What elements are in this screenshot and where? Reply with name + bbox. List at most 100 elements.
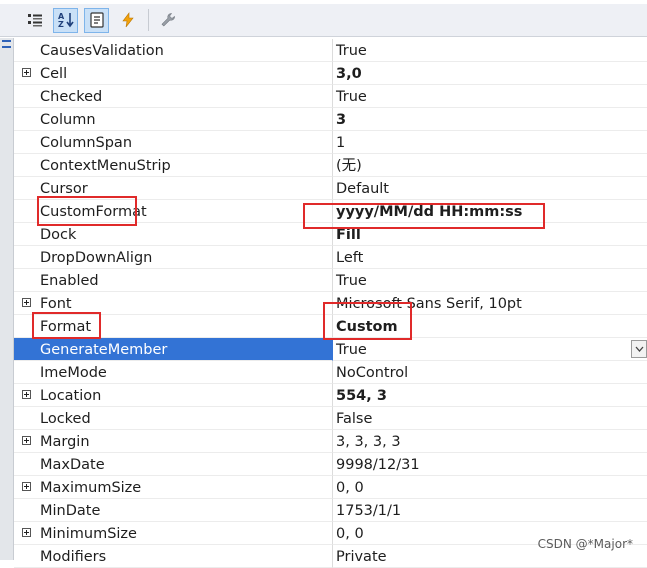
property-name-cell[interactable]: Cursor bbox=[14, 177, 333, 200]
property-name-cell[interactable]: Margin bbox=[14, 430, 333, 453]
property-name-cell[interactable]: ColumnSpan bbox=[14, 131, 333, 154]
property-value-cell[interactable]: 1753/1/1 bbox=[333, 499, 647, 522]
property-value-cell[interactable]: Fill bbox=[333, 223, 647, 246]
property-name-cell[interactable]: Column bbox=[14, 108, 333, 131]
property-row[interactable]: ContextMenuStrip (无) bbox=[14, 154, 647, 177]
property-value-cell[interactable]: True bbox=[333, 269, 647, 292]
expand-plus-icon[interactable] bbox=[22, 68, 31, 77]
sort-alphabetical-icon: A Z bbox=[58, 12, 74, 29]
expand-plus-icon[interactable] bbox=[22, 482, 31, 491]
property-row[interactable]: ColumnSpan 1 bbox=[14, 131, 647, 154]
property-row[interactable]: Checked True bbox=[14, 85, 647, 108]
property-row[interactable]: Font Microsoft Sans Serif, 10pt bbox=[14, 292, 647, 315]
property-value-cell[interactable]: 1 bbox=[333, 131, 647, 154]
property-row[interactable]: CausesValidation True bbox=[14, 39, 647, 62]
property-name: CausesValidation bbox=[40, 43, 164, 59]
property-row[interactable]: Margin 3, 3, 3, 3 bbox=[14, 430, 647, 453]
property-value-cell[interactable]: 9998/12/31 bbox=[333, 453, 647, 476]
property-value: Left bbox=[336, 250, 364, 266]
alphabetical-button[interactable]: A Z bbox=[53, 7, 78, 33]
property-row[interactable]: GenerateMember True bbox=[14, 338, 647, 361]
property-row[interactable]: Location 554, 3 bbox=[14, 384, 647, 407]
expand-plus-icon[interactable] bbox=[22, 436, 31, 445]
expand-plus-icon[interactable] bbox=[22, 528, 31, 537]
property-value-cell[interactable]: 0, 0 bbox=[333, 476, 647, 499]
property-value: yyyy/MM/dd HH:mm:ss bbox=[336, 204, 523, 220]
property-name-cell[interactable]: Enabled bbox=[14, 269, 333, 292]
property-value-cell[interactable]: yyyy/MM/dd HH:mm:ss bbox=[333, 200, 647, 223]
property-pages-button[interactable] bbox=[155, 8, 180, 33]
property-name-cell[interactable]: DropDownAlign bbox=[14, 246, 333, 269]
property-name-cell[interactable]: Format bbox=[14, 315, 333, 338]
property-value: (无) bbox=[336, 158, 362, 174]
property-name-cell[interactable]: Location bbox=[14, 384, 333, 407]
properties-button[interactable] bbox=[84, 7, 109, 33]
property-name-cell[interactable]: Font bbox=[14, 292, 333, 315]
property-name-cell[interactable]: Modifiers bbox=[14, 545, 333, 568]
dropdown-button[interactable] bbox=[631, 340, 647, 358]
property-name: Dock bbox=[40, 227, 77, 243]
property-value-cell[interactable]: True bbox=[333, 85, 647, 108]
expand-plus-icon[interactable] bbox=[22, 298, 31, 307]
left-panel-edge bbox=[0, 38, 14, 560]
lightning-icon bbox=[121, 12, 134, 28]
property-value: Microsoft Sans Serif, 10pt bbox=[336, 296, 522, 312]
property-value: 3 bbox=[336, 112, 347, 128]
property-name-cell[interactable]: Dock bbox=[14, 223, 333, 246]
property-name-cell[interactable]: ContextMenuStrip bbox=[14, 154, 333, 177]
property-value-cell[interactable]: False bbox=[333, 407, 647, 430]
property-value-cell[interactable]: NoControl bbox=[333, 361, 647, 384]
property-value: Fill bbox=[336, 227, 361, 243]
property-name: ColumnSpan bbox=[40, 135, 133, 151]
property-name-cell[interactable]: Checked bbox=[14, 85, 333, 108]
events-button[interactable] bbox=[115, 8, 140, 33]
property-row[interactable]: Dock Fill bbox=[14, 223, 647, 246]
property-value: True bbox=[336, 273, 367, 289]
property-value-cell[interactable]: 554, 3 bbox=[333, 384, 647, 407]
property-value-cell[interactable]: Microsoft Sans Serif, 10pt bbox=[333, 292, 647, 315]
property-value-cell[interactable]: (无) bbox=[333, 154, 647, 177]
property-value-cell[interactable]: 3 bbox=[333, 108, 647, 131]
property-value: Private bbox=[336, 549, 387, 565]
property-row[interactable]: CustomFormat yyyy/MM/dd HH:mm:ss bbox=[14, 200, 647, 223]
property-name-cell[interactable]: ImeMode bbox=[14, 361, 333, 384]
property-row[interactable]: DropDownAlign Left bbox=[14, 246, 647, 269]
property-row[interactable]: Column 3 bbox=[14, 108, 647, 131]
property-name: Cell bbox=[40, 66, 68, 82]
property-grid: CausesValidation True Cell 3,0 Checked True Co… bbox=[14, 39, 647, 568]
property-value-cell[interactable]: Custom bbox=[333, 315, 647, 338]
property-name: Column bbox=[40, 112, 96, 128]
property-row[interactable]: Enabled True bbox=[14, 269, 647, 292]
property-name-cell[interactable]: CustomFormat bbox=[14, 200, 333, 223]
property-row[interactable]: MaximumSize 0, 0 bbox=[14, 476, 647, 499]
property-value-cell[interactable]: Default bbox=[333, 177, 647, 200]
property-name-cell[interactable]: GenerateMember bbox=[14, 338, 333, 361]
property-value: 0, 0 bbox=[336, 526, 364, 542]
property-value-cell[interactable]: True bbox=[333, 338, 647, 361]
property-row[interactable]: Cursor Default bbox=[14, 177, 647, 200]
property-row[interactable]: MinDate 1753/1/1 bbox=[14, 499, 647, 522]
edge-marker bbox=[2, 46, 11, 48]
property-name-cell[interactable]: MaximumSize bbox=[14, 476, 333, 499]
property-row[interactable]: ImeMode NoControl bbox=[14, 361, 647, 384]
property-value-cell[interactable]: 3, 3, 3, 3 bbox=[333, 430, 647, 453]
property-row[interactable]: Locked False bbox=[14, 407, 647, 430]
property-value: 0, 0 bbox=[336, 480, 364, 496]
property-name-cell[interactable]: Cell bbox=[14, 62, 333, 85]
property-name-cell[interactable]: MinimumSize bbox=[14, 522, 333, 545]
property-name-cell[interactable]: Locked bbox=[14, 407, 333, 430]
property-value-cell[interactable]: 3,0 bbox=[333, 62, 647, 85]
property-value-cell[interactable]: True bbox=[333, 39, 647, 62]
property-value: True bbox=[336, 342, 367, 358]
property-value-cell[interactable]: Left bbox=[333, 246, 647, 269]
categorized-button[interactable] bbox=[22, 8, 47, 33]
expand-plus-icon[interactable] bbox=[22, 390, 31, 399]
property-name-cell[interactable]: MinDate bbox=[14, 499, 333, 522]
property-row[interactable]: Format Custom bbox=[14, 315, 647, 338]
property-row[interactable]: MaxDate 9998/12/31 bbox=[14, 453, 647, 476]
property-row[interactable]: Cell 3,0 bbox=[14, 62, 647, 85]
property-name-cell[interactable]: MaxDate bbox=[14, 453, 333, 476]
watermark: CSDN @*Major* bbox=[537, 537, 633, 551]
property-name-cell[interactable]: CausesValidation bbox=[14, 39, 333, 62]
property-value: 3,0 bbox=[336, 66, 362, 82]
